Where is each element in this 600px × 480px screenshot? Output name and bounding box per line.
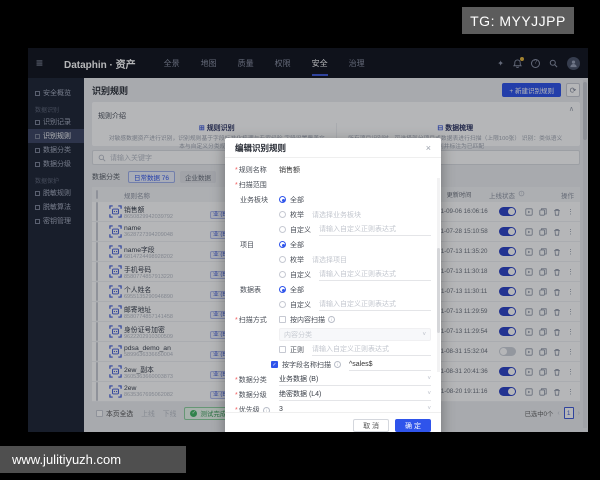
project-enum-radio[interactable] xyxy=(279,256,286,263)
project-custom-input[interactable]: 请输入自定义正则表达式 xyxy=(319,269,431,281)
classification-select[interactable]: 业务数据 (B)˅ xyxy=(279,373,431,386)
sector-label: 业务板块 xyxy=(235,195,279,205)
sector-all-radio[interactable] xyxy=(279,196,286,203)
priority-select[interactable]: 3˅ xyxy=(279,403,431,412)
rule-name-label: *规则名称 xyxy=(235,165,279,175)
scan-scope-label: *扫描范围 xyxy=(235,180,279,190)
by-content-checkbox[interactable] xyxy=(279,316,286,323)
priority-info-icon: i xyxy=(263,407,270,413)
modal-body: *规则名称 销售额 *扫描范围 业务板块 全部 枚举 请选择业务板块 自定义 请… xyxy=(225,158,441,412)
confirm-button[interactable]: 确 定 xyxy=(395,419,431,432)
sector-custom-input[interactable]: 请输入自定义正则表达式 xyxy=(319,224,431,236)
modal-scrollbar-thumb[interactable] xyxy=(437,248,440,333)
classification-label: *数据分类 xyxy=(235,375,279,385)
by-field-checkbox[interactable]: ✓ xyxy=(271,361,278,368)
regex-checkbox[interactable] xyxy=(279,346,286,353)
watermark-top: TG: MYYJJPP xyxy=(462,7,574,34)
project-enum-select[interactable]: 请选择项目 xyxy=(312,255,347,265)
watermark-bottom: www.julitiyuzh.com xyxy=(0,446,186,473)
priority-label: *优先级i xyxy=(235,405,279,413)
regex-input[interactable]: 请输入自定义正则表达式 xyxy=(312,344,431,356)
sector-enum-radio[interactable] xyxy=(279,211,286,218)
modal-title: 编辑识别规则 xyxy=(235,142,286,154)
sector-enum-select[interactable]: 请选择业务板块 xyxy=(312,210,361,220)
datatable-label: 数据表 xyxy=(235,285,279,295)
dataphin-app-window: ≡ Dataphin · 资产 全景地图质量权限安全治理 ✦ ? xyxy=(28,48,588,432)
modal-footer: 取 消 确 定 xyxy=(225,412,441,432)
sector-custom-radio[interactable] xyxy=(279,226,286,233)
by-field-info-icon: i xyxy=(334,361,341,368)
grading-select[interactable]: 绝密数据 (L4)˅ xyxy=(279,388,431,401)
modal-header: 编辑识别规则 × xyxy=(225,138,441,158)
scan-method-label: *扫描方式 xyxy=(235,315,279,325)
cancel-button[interactable]: 取 消 xyxy=(353,419,389,432)
datatable-custom-input[interactable]: 请输入自定义正则表达式 xyxy=(319,299,431,311)
screenshot-stage: TG: MYYJJPP www.julitiyuzh.com ≡ Dataphi… xyxy=(0,0,600,480)
modal-scrollbar[interactable] xyxy=(437,178,440,372)
content-category-select[interactable]: 内容分类˅ xyxy=(279,328,431,341)
modal-close-icon[interactable]: × xyxy=(426,143,431,153)
datatable-all-radio[interactable] xyxy=(279,286,286,293)
by-content-info-icon: i xyxy=(328,316,335,323)
project-label: 项目 xyxy=(235,240,279,250)
grading-label: *数据分级 xyxy=(235,390,279,400)
project-custom-radio[interactable] xyxy=(279,271,286,278)
project-all-radio[interactable] xyxy=(279,241,286,248)
field-regex-input[interactable]: ^sales$ xyxy=(349,359,431,371)
datatable-custom-radio[interactable] xyxy=(279,301,286,308)
rule-name-input[interactable]: 销售额 xyxy=(279,165,300,175)
edit-rule-modal: 编辑识别规则 × *规则名称 销售额 *扫描范围 业务板块 全部 枚举 请选择业… xyxy=(225,138,441,432)
